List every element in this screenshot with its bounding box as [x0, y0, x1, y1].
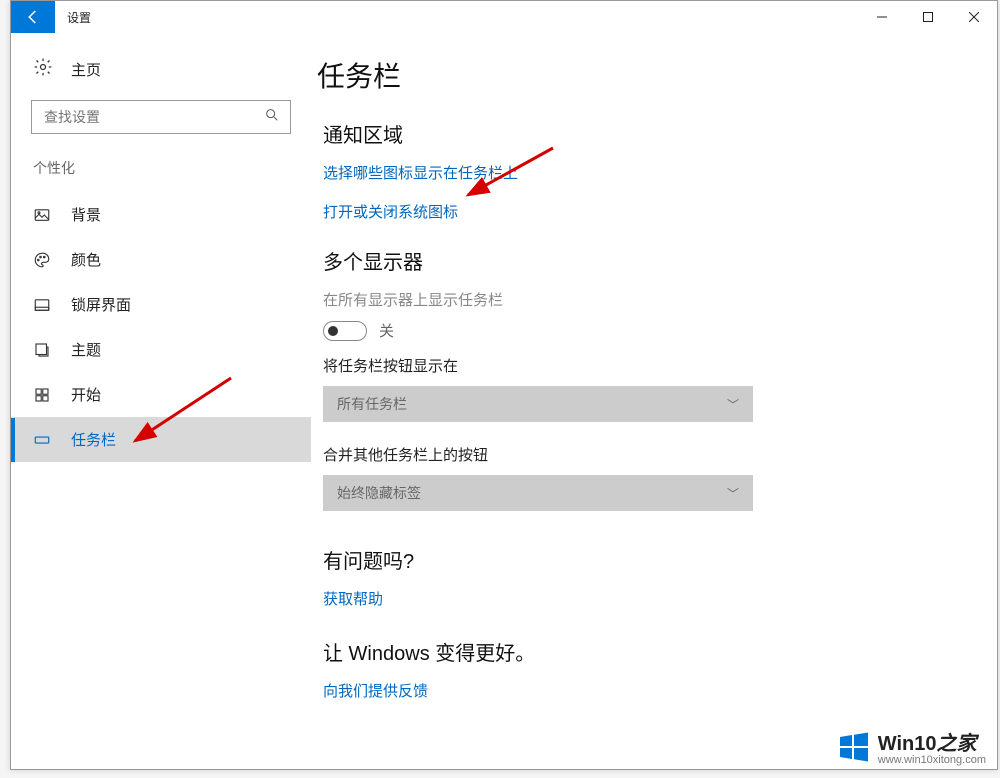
maximize-button[interactable]	[905, 1, 951, 33]
search-box[interactable]	[31, 100, 291, 134]
content-pane: 任务栏 通知区域 选择哪些图标显示在任务栏上 打开或关闭系统图标 多个显示器 在…	[311, 33, 997, 769]
watermark: Win10之家 www.win10xitong.com	[838, 731, 986, 768]
label-show-on-all-displays: 在所有显示器上显示任务栏	[323, 289, 997, 310]
link-give-feedback[interactable]: 向我们提供反馈	[323, 680, 997, 701]
sidebar-item-label: 背景	[71, 204, 101, 225]
group-header: 个性化	[11, 154, 311, 192]
sidebar-item-label: 颜色	[71, 249, 101, 270]
search-input[interactable]	[42, 108, 264, 126]
sidebar-item-themes[interactable]: 主题	[11, 327, 311, 372]
link-system-icons[interactable]: 打开或关闭系统图标	[323, 201, 997, 222]
sidebar-item-lockscreen[interactable]: 锁屏界面	[11, 282, 311, 327]
taskbar-icon	[33, 431, 55, 449]
home-label: 主页	[71, 59, 101, 80]
toggle-state-label: 关	[379, 320, 394, 341]
sidebar-item-label: 任务栏	[71, 429, 116, 450]
section-help: 有问题吗?	[323, 545, 997, 574]
sidebar-item-taskbar[interactable]: 任务栏	[11, 417, 311, 462]
dropdown-value: 所有任务栏	[337, 394, 407, 414]
palette-icon	[33, 251, 55, 269]
minimize-button[interactable]	[859, 1, 905, 33]
gear-icon	[33, 57, 55, 82]
dropdown-combine-buttons[interactable]: 始终隐藏标签 ﹀	[323, 475, 753, 511]
windows-logo-icon	[838, 731, 870, 768]
section-multiple-displays: 多个显示器	[323, 246, 997, 275]
sidebar: 主页 个性化 背景 颜色 锁屏界面	[11, 33, 311, 769]
sidebar-item-start[interactable]: 开始	[11, 372, 311, 417]
chevron-down-icon: ﹀	[727, 485, 739, 502]
label-combine-buttons: 合并其他任务栏上的按钮	[323, 444, 997, 465]
close-button[interactable]	[951, 1, 997, 33]
start-icon	[33, 386, 55, 404]
watermark-url: www.win10xitong.com	[878, 754, 986, 766]
back-button[interactable]	[11, 1, 55, 33]
settings-window: 设置 主页 个性化	[10, 0, 998, 770]
link-get-help[interactable]: 获取帮助	[323, 588, 997, 609]
dropdown-show-buttons[interactable]: 所有任务栏 ﹀	[323, 386, 753, 422]
home-button[interactable]: 主页	[11, 51, 311, 92]
page-title: 任务栏	[317, 55, 997, 95]
sidebar-item-label: 主题	[71, 339, 101, 360]
label-show-buttons-on: 将任务栏按钮显示在	[323, 355, 997, 376]
section-feedback: 让 Windows 变得更好。	[323, 637, 997, 666]
dropdown-value: 始终隐藏标签	[337, 483, 421, 503]
themes-icon	[33, 341, 55, 359]
picture-icon	[33, 206, 55, 224]
sidebar-item-label: 开始	[71, 384, 101, 405]
sidebar-item-colors[interactable]: 颜色	[11, 237, 311, 282]
section-notification-area: 通知区域	[323, 119, 997, 148]
window-title: 设置	[55, 1, 103, 33]
toggle-track	[323, 321, 367, 341]
sidebar-item-background[interactable]: 背景	[11, 192, 311, 237]
search-icon	[264, 107, 280, 128]
watermark-title: Win10之家	[878, 734, 986, 754]
titlebar: 设置	[11, 1, 997, 33]
link-select-taskbar-icons[interactable]: 选择哪些图标显示在任务栏上	[323, 162, 997, 183]
lockscreen-icon	[33, 296, 55, 314]
sidebar-item-label: 锁屏界面	[71, 294, 131, 315]
toggle-show-on-all[interactable]: 关	[323, 320, 997, 341]
chevron-down-icon: ﹀	[727, 396, 739, 413]
